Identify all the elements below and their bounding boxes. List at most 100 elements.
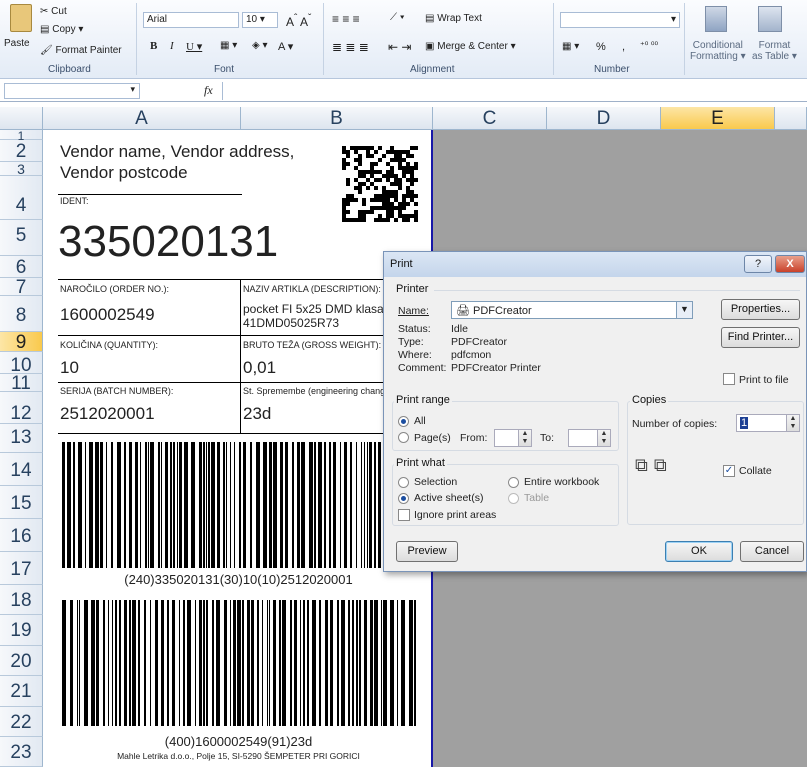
spinner-arrows-icon[interactable]: ▲ ▼ <box>518 430 531 446</box>
column-header-a[interactable]: A <box>43 107 241 130</box>
selection-radio[interactable] <box>398 477 409 488</box>
fill-color-button[interactable]: ◈ ▾ <box>252 40 268 51</box>
paste-icon[interactable] <box>10 4 32 32</box>
barcode-bar <box>333 442 336 568</box>
row-header-9[interactable]: 9 <box>0 332 43 352</box>
orientation-button[interactable]: ⟋ ▾ <box>390 12 405 23</box>
font-color-button[interactable]: A ▾ <box>278 40 293 53</box>
row-header-7[interactable]: 7 <box>0 278 43 297</box>
qr-module <box>366 146 370 150</box>
row-header-15[interactable]: 15 <box>0 486 43 519</box>
all-radio[interactable] <box>398 416 409 427</box>
ignore-print-areas-checkbox[interactable] <box>398 509 410 521</box>
paste-button[interactable]: Paste <box>4 38 30 49</box>
qr-module <box>366 186 370 190</box>
from-input[interactable]: ▲ ▼ <box>494 429 532 447</box>
conditional-formatting-button[interactable]: Conditional Formatting ▾ <box>690 40 746 62</box>
properties-button[interactable]: Properties... <box>721 299 800 320</box>
accounting-format-button[interactable]: ▦ ▾ <box>562 41 579 52</box>
cut-button[interactable]: ✂ Cut <box>40 6 67 17</box>
borders-button[interactable]: ▦ ▾ <box>220 40 237 51</box>
cancel-button[interactable]: Cancel <box>740 541 804 562</box>
ok-button[interactable]: OK <box>665 541 733 562</box>
row-header-11[interactable]: 11 <box>0 374 43 393</box>
grow-font-button[interactable]: Aˆ Aˇ <box>286 13 311 29</box>
row-header-20[interactable]: 20 <box>0 646 43 676</box>
help-button[interactable]: ? <box>744 255 772 273</box>
print-to-file-checkbox[interactable] <box>723 373 735 385</box>
row-header-12[interactable]: 12 <box>0 392 43 424</box>
column-header-b[interactable]: B <box>241 107 433 130</box>
font-size-box[interactable]: 10 ▾ <box>242 12 278 28</box>
barcode-bar <box>129 600 131 726</box>
collate-checkbox[interactable]: ✓ <box>723 465 735 477</box>
qr-module <box>358 158 362 162</box>
number-format-box[interactable]: ▾ <box>560 12 680 28</box>
row-header-3[interactable]: 3 <box>0 162 43 176</box>
bold-button[interactable]: B <box>150 40 157 52</box>
row-header-1[interactable]: 1 <box>0 130 43 142</box>
row-header-21[interactable]: 21 <box>0 676 43 707</box>
copy-button[interactable]: ▤ Copy ▾ <box>40 24 83 35</box>
comment-value: PDFCreator Printer <box>451 362 541 374</box>
row-header-14[interactable]: 14 <box>0 453 43 486</box>
row-header-13[interactable]: 13 <box>0 424 43 453</box>
format-painter-button[interactable]: 🖌 Format Painter <box>40 45 122 56</box>
row-header-17[interactable]: 17 <box>0 552 43 585</box>
format-as-table-button[interactable]: Format as Table ▾ <box>752 40 797 62</box>
indent-icons[interactable]: ⇤ ⇥ <box>388 40 411 54</box>
row-header-5[interactable]: 5 <box>0 220 43 256</box>
format-as-table-icon[interactable] <box>758 6 782 32</box>
copies-input[interactable]: 1 ▲ ▼ <box>736 414 800 432</box>
merge-center-button[interactable]: ▣ Merge & Center ▾ <box>425 41 516 52</box>
entire-workbook-radio[interactable] <box>508 477 519 488</box>
all-label: All <box>414 415 426 427</box>
row-header-6[interactable]: 6 <box>0 256 43 278</box>
row-header-23[interactable]: 23 <box>0 737 43 767</box>
row-header-2[interactable]: 2 <box>0 140 43 162</box>
column-header-c[interactable]: C <box>433 107 547 130</box>
spinner-arrows-icon[interactable]: ▲ ▼ <box>786 415 799 431</box>
row-header-4[interactable]: 4 <box>0 176 43 220</box>
printer-name-select[interactable]: 🖨 PDFCreator ▼ <box>451 301 693 319</box>
row-header-22[interactable]: 22 <box>0 707 43 737</box>
to-input[interactable]: ▲ ▼ <box>568 429 611 447</box>
pages-radio[interactable] <box>398 432 409 443</box>
spinner-arrows-icon[interactable]: ▲ ▼ <box>597 430 610 446</box>
font-name-box[interactable]: Arial <box>143 12 239 28</box>
comma-button[interactable]: , <box>622 41 625 53</box>
label-divider-vertical <box>240 279 241 433</box>
close-button[interactable]: X <box>775 255 805 273</box>
find-printer-button[interactable]: Find Printer... <box>721 327 800 348</box>
percent-button[interactable]: % <box>596 41 606 53</box>
dialog-titlebar[interactable]: Print ? X <box>384 252 806 277</box>
italic-button[interactable]: I <box>170 40 174 52</box>
barcode-bar <box>103 600 105 726</box>
column-header-f[interactable] <box>775 107 807 130</box>
row-header-8[interactable]: 8 <box>0 296 43 332</box>
qr-module <box>378 158 382 162</box>
row-header-16[interactable]: 16 <box>0 519 43 552</box>
underline-button[interactable]: U ▾ <box>186 40 202 53</box>
barcode-bar <box>62 442 65 568</box>
row-header-18[interactable]: 18 <box>0 585 43 615</box>
fx-icon[interactable]: fx <box>204 83 213 98</box>
decimal-buttons[interactable]: ⁺⁰ ⁰⁰ <box>640 40 658 51</box>
name-box[interactable]: ▾ <box>4 83 140 99</box>
select-all-corner[interactable] <box>0 107 43 130</box>
qr-module <box>410 190 414 194</box>
wrap-text-button[interactable]: ▤ Wrap Text <box>425 13 482 24</box>
column-header-e[interactable]: E <box>661 107 775 130</box>
row-header-19[interactable]: 19 <box>0 615 43 646</box>
row-header-10[interactable]: 10 <box>0 352 43 375</box>
conditional-formatting-icon[interactable] <box>705 6 727 32</box>
barcode-bar <box>330 600 333 726</box>
align-top-icons[interactable]: ≡ ≡ ≡ <box>332 12 360 26</box>
chevron-down-icon[interactable]: ▼ <box>676 302 692 318</box>
preview-button[interactable]: Preview <box>396 541 458 562</box>
shipping-label[interactable]: Vendor name, Vendor address, Vendor post… <box>44 130 433 767</box>
active-sheets-radio[interactable] <box>398 493 409 504</box>
formula-input[interactable] <box>222 82 807 100</box>
align-bottom-icons[interactable]: ≣ ≣ ≣ <box>332 40 369 54</box>
column-header-d[interactable]: D <box>547 107 661 130</box>
